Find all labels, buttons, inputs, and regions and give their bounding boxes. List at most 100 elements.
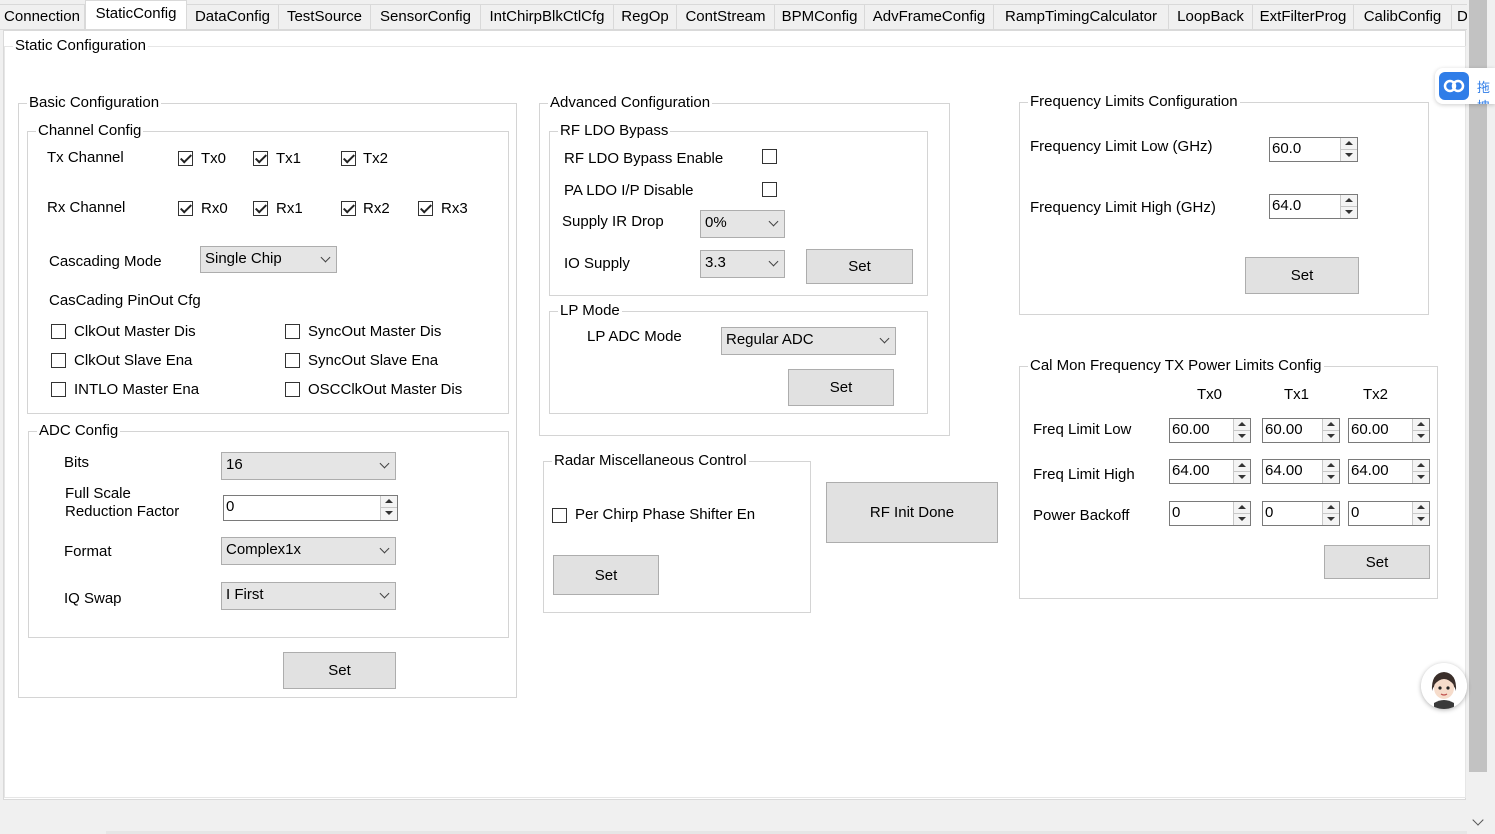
lp-mode-set-button[interactable]: Set — [788, 369, 894, 406]
freq-limit-high-spinbox[interactable] — [1269, 194, 1358, 219]
spin-up-icon[interactable] — [1234, 419, 1250, 431]
tx0-checkbox[interactable] — [178, 151, 193, 166]
rf-init-done-button[interactable]: RF Init Done — [826, 482, 998, 543]
spin-up-icon[interactable] — [1413, 460, 1429, 472]
spin-up-icon[interactable] — [1413, 502, 1429, 514]
basic-set-button[interactable]: Set — [283, 652, 396, 689]
calmon-backoff-tx1-input[interactable] — [1265, 504, 1320, 521]
calmon-freq-high-tx2-input[interactable] — [1351, 462, 1406, 479]
rx0-checkbox[interactable] — [178, 201, 193, 216]
calmon-backoff-tx0[interactable] — [1169, 501, 1251, 526]
scrollbar-thumb[interactable] — [1469, 0, 1487, 772]
tab-intchirpblkctlcfg[interactable]: IntChirpBlkCtlCfg — [481, 4, 614, 29]
tab-connection[interactable]: Connection — [0, 4, 85, 29]
radar-misc-set-button[interactable]: Set — [553, 555, 659, 595]
spin-down-icon[interactable] — [381, 508, 397, 520]
freq-limits-set-button[interactable]: Set — [1245, 257, 1359, 294]
freq-limit-high-input[interactable] — [1272, 197, 1332, 214]
calmon-backoff-tx0-input[interactable] — [1172, 504, 1227, 521]
tab-dataconfig[interactable]: DataConfig — [187, 4, 279, 29]
calmon-freq-high-tx0-input[interactable] — [1172, 462, 1227, 479]
spin-up-icon[interactable] — [1341, 195, 1357, 207]
full-scale-reduction-spinbox[interactable] — [223, 495, 398, 521]
calmon-backoff-tx1[interactable] — [1262, 501, 1340, 526]
calmon-freq-high-tx0[interactable] — [1169, 459, 1251, 484]
calmon-freq-low-tx1[interactable] — [1262, 418, 1340, 443]
clkout-slave-ena-checkbox[interactable] — [51, 353, 66, 368]
spin-up-icon[interactable] — [1323, 502, 1339, 514]
calmon-freq-high-tx2[interactable] — [1348, 459, 1430, 484]
io-supply-select[interactable]: 3.3 — [700, 250, 785, 278]
spin-up-icon[interactable] — [381, 496, 397, 508]
frequency-limits-title: Frequency Limits Configuration — [1030, 93, 1238, 110]
assistant-avatar-icon[interactable] — [1421, 663, 1467, 709]
spin-up-icon[interactable] — [1341, 138, 1357, 150]
full-scale-reduction-input[interactable] — [226, 498, 366, 515]
intlo-master-ena-checkbox[interactable] — [51, 382, 66, 397]
spin-down-icon[interactable] — [1234, 431, 1250, 443]
rx1-checkbox[interactable] — [253, 201, 268, 216]
supply-ir-drop-label: Supply IR Drop — [562, 213, 664, 230]
freq-limit-low-spinbox[interactable] — [1269, 137, 1358, 162]
calmon-freq-low-tx2[interactable] — [1348, 418, 1430, 443]
spin-down-icon[interactable] — [1323, 431, 1339, 443]
spin-up-icon[interactable] — [1234, 460, 1250, 472]
cloud-drag-widget[interactable]: 拖拽 — [1435, 68, 1495, 104]
syncout-master-dis-checkbox[interactable] — [285, 324, 300, 339]
calmon-freq-high-tx1-input[interactable] — [1265, 462, 1320, 479]
calmon-freq-low-tx1-input[interactable] — [1265, 421, 1320, 438]
spin-up-icon[interactable] — [1323, 419, 1339, 431]
supply-ir-drop-select[interactable]: 0% — [700, 210, 785, 238]
rf-ldo-set-button[interactable]: Set — [806, 249, 913, 284]
paldo-ip-disable-checkbox[interactable] — [762, 182, 777, 197]
iq-swap-select[interactable]: I First — [221, 582, 396, 610]
freq-limit-low-input[interactable] — [1272, 140, 1332, 157]
calmon-backoff-tx2-input[interactable] — [1351, 504, 1406, 521]
syncout-slave-ena-checkbox[interactable] — [285, 353, 300, 368]
bits-select[interactable]: 16 — [221, 452, 396, 480]
spin-down-icon[interactable] — [1323, 472, 1339, 484]
tab-calibconfig[interactable]: CalibConfig — [1354, 4, 1452, 29]
tab-sensorconfig[interactable]: SensorConfig — [371, 4, 481, 29]
rx2-checkbox[interactable] — [341, 201, 356, 216]
tab-testsource[interactable]: TestSource — [279, 4, 371, 29]
calmon-set-button[interactable]: Set — [1324, 545, 1430, 579]
tab-regop[interactable]: RegOp — [614, 4, 677, 29]
calmon-freq-low-tx2-input[interactable] — [1351, 421, 1406, 438]
spin-down-icon[interactable] — [1341, 150, 1357, 162]
clkout-master-dis-checkbox[interactable] — [51, 324, 66, 339]
spin-down-icon[interactable] — [1341, 207, 1357, 219]
calmon-freq-low-tx0[interactable] — [1169, 418, 1251, 443]
spin-up-icon[interactable] — [1234, 502, 1250, 514]
tab-bpmconfig[interactable]: BPMConfig — [775, 4, 865, 29]
rf-ldo-bypass-enable-checkbox[interactable] — [762, 149, 777, 164]
tab-loopback[interactable]: LoopBack — [1169, 4, 1253, 29]
cascading-mode-select[interactable]: Single Chip — [200, 246, 337, 273]
tab-advframeconfig[interactable]: AdvFrameConfig — [865, 4, 994, 29]
spin-down-icon[interactable] — [1234, 472, 1250, 484]
tab-staticconfig[interactable]: StaticConfig — [85, 0, 187, 29]
oscclkout-master-dis-checkbox[interactable] — [285, 382, 300, 397]
spin-down-icon[interactable] — [1413, 514, 1429, 526]
lp-adc-mode-select[interactable]: Regular ADC — [721, 327, 896, 355]
tx1-checkbox[interactable] — [253, 151, 268, 166]
calmon-freq-low-tx0-input[interactable] — [1172, 421, 1227, 438]
spin-down-icon[interactable] — [1413, 431, 1429, 443]
phase-shifter-checkbox[interactable] — [552, 508, 567, 523]
scroll-down-icon[interactable] — [1470, 814, 1486, 830]
spin-up-icon[interactable] — [1413, 419, 1429, 431]
cloud-widget-text: 拖拽 — [1477, 80, 1491, 104]
calmon-backoff-tx2[interactable] — [1348, 501, 1430, 526]
rx3-checkbox[interactable] — [418, 201, 433, 216]
tx2-checkbox[interactable] — [341, 151, 356, 166]
spin-down-icon[interactable] — [1413, 472, 1429, 484]
tab-contstream[interactable]: ContStream — [677, 4, 775, 29]
tab-ramptimingcalculator[interactable]: RampTimingCalculator — [994, 4, 1169, 29]
spin-up-icon[interactable] — [1323, 460, 1339, 472]
spin-down-icon[interactable] — [1323, 514, 1339, 526]
format-select[interactable]: Complex1x — [221, 537, 396, 565]
tab-extfilterprog[interactable]: ExtFilterProg — [1253, 4, 1354, 29]
calmon-freq-high-tx1[interactable] — [1262, 459, 1340, 484]
tab-d[interactable]: D — [1452, 4, 1467, 29]
spin-down-icon[interactable] — [1234, 514, 1250, 526]
